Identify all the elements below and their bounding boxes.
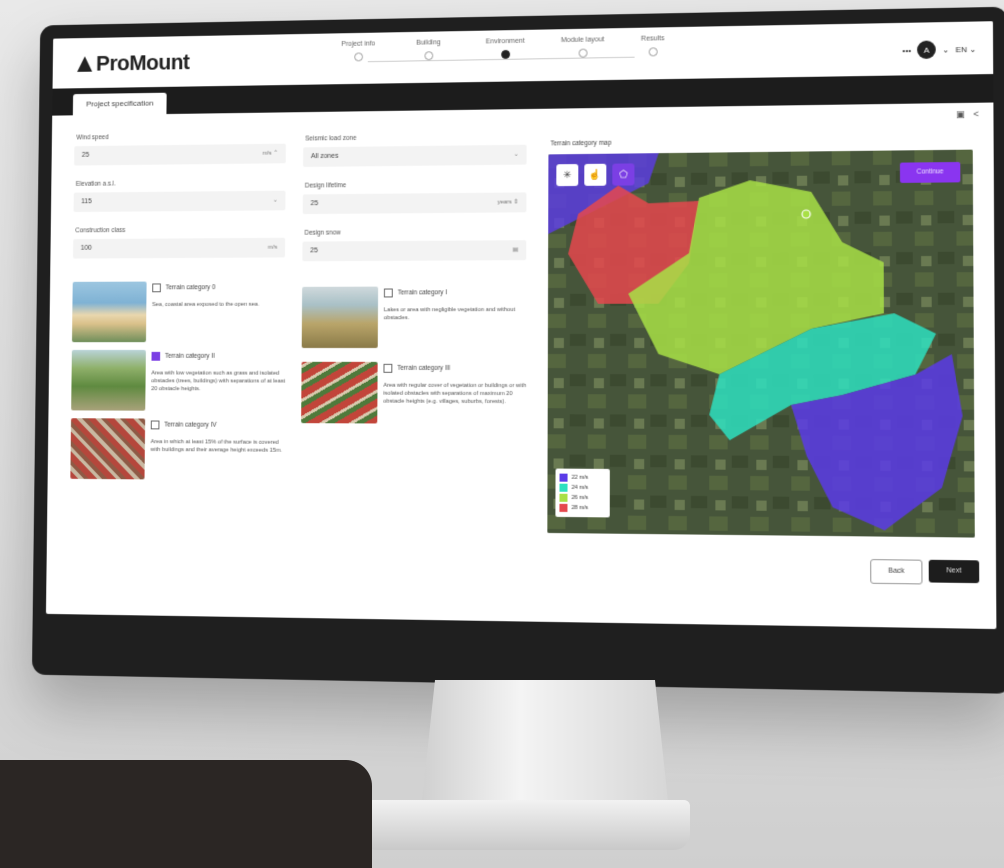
terrain-category-i[interactable]: Terrain category I Lakes or area with ne…	[301, 286, 534, 356]
category-checkbox[interactable]	[151, 351, 161, 361]
terrain-map[interactable]: ✳ ☝ ⬠ Continue 22 m/s 24 m/s 26 m/s 28 m…	[547, 149, 975, 538]
hand-icon[interactable]: ☝	[584, 163, 607, 186]
terrain-image	[71, 281, 147, 343]
terrain-image	[301, 286, 379, 348]
legend-item: 28 m/s	[559, 503, 605, 514]
category-checkbox[interactable]	[152, 283, 161, 293]
monitor-stand-neck	[420, 680, 670, 820]
chevron-down-icon[interactable]: ⌄	[942, 45, 949, 54]
calendar-icon: ▤	[512, 247, 519, 254]
map-canvas	[547, 149, 975, 538]
construction-class-label: Construction class	[75, 227, 126, 235]
save-icon[interactable]: ▣	[956, 109, 965, 120]
terrain-category-iv[interactable]: Terrain category IV Area in which at lea…	[70, 418, 291, 488]
seismic-zone-label: Seismic load zone	[305, 134, 357, 143]
step-dot-icon	[500, 49, 510, 59]
app-screen: ProMount Project info Building Environme…	[45, 21, 997, 630]
design-lifetime-label: Design lifetime	[304, 182, 347, 190]
map-title: Terrain category map	[550, 139, 612, 148]
map-legend: 22 m/s 24 m/s 26 m/s 28 m/s	[555, 468, 610, 518]
legend-item: 24 m/s	[559, 483, 605, 493]
brand-name: ProMount	[95, 49, 190, 76]
step-results[interactable]: Results	[613, 35, 693, 57]
step-building[interactable]: Building	[389, 39, 467, 61]
elevation-select[interactable]: 115 ⌄	[73, 190, 286, 213]
terrain-image	[301, 361, 378, 424]
design-snow-input[interactable]: 25 ▤	[302, 240, 527, 262]
design-lifetime-input[interactable]: 25 years ⇕	[302, 192, 527, 215]
category-checkbox[interactable]	[150, 420, 160, 430]
legend-item: 22 m/s	[559, 473, 606, 483]
tab-project-specification[interactable]: Project specification	[72, 92, 167, 116]
step-dot-icon	[648, 47, 658, 57]
back-button[interactable]: Back	[870, 559, 923, 585]
wind-speed-input[interactable]: 25 m/s ⌃	[74, 143, 286, 166]
step-project-info[interactable]: Project info	[319, 40, 397, 62]
toolbar-icons: ▣ <	[956, 109, 979, 120]
terrain-category-0[interactable]: Terrain category 0 Sea, coastal area exp…	[71, 281, 293, 350]
step-environment[interactable]: Environment	[466, 37, 545, 59]
language-selector[interactable]: EN ⌄	[955, 44, 976, 53]
share-icon[interactable]: <	[973, 109, 979, 120]
polygon-draw-icon[interactable]: ⬠	[612, 163, 635, 186]
legend-item: 26 m/s	[559, 493, 605, 503]
next-button[interactable]: Next	[928, 559, 980, 584]
construction-class-input[interactable]: 100 m/s	[72, 237, 286, 259]
design-snow-label: Design snow	[304, 229, 341, 237]
elevation-label: Elevation a.s.l.	[75, 180, 116, 188]
chevron-down-icon: ⌄	[513, 151, 519, 158]
seismic-zone-select[interactable]: All zones ⌄	[303, 144, 527, 167]
location-pin-icon	[802, 210, 810, 218]
monitor-frame: ProMount Project info Building Environme…	[31, 6, 1004, 694]
map-continue-button[interactable]: Continue	[899, 161, 961, 183]
avatar[interactable]: A	[917, 40, 937, 60]
monitor-stand-base	[360, 800, 690, 850]
wind-speed-label: Wind speed	[76, 134, 109, 142]
terrain-category-iii[interactable]: Terrain category III Area with regular c…	[301, 361, 534, 432]
terrain-image	[71, 349, 146, 411]
dark-overlay-panel	[0, 760, 372, 868]
terrain-category-ii[interactable]: Terrain category II Area with low vegeta…	[71, 349, 292, 419]
progress-stepper: Project info Building Environment Module…	[319, 35, 685, 77]
step-module-layout[interactable]: Module layout	[543, 36, 623, 58]
logo-triangle-icon	[77, 56, 93, 72]
header-right: ••• A ⌄ EN ⌄	[902, 40, 976, 60]
step-dot-icon	[423, 51, 433, 61]
more-menu-icon[interactable]: •••	[902, 45, 911, 54]
layers-icon[interactable]: ✳	[556, 164, 579, 187]
category-checkbox[interactable]	[383, 363, 393, 373]
step-dot-icon	[353, 52, 363, 62]
category-checkbox[interactable]	[383, 288, 393, 298]
brand-logo[interactable]: ProMount	[77, 50, 190, 77]
terrain-image	[70, 418, 146, 480]
chevron-down-icon: ⌄	[272, 197, 278, 204]
step-dot-icon	[578, 48, 588, 58]
